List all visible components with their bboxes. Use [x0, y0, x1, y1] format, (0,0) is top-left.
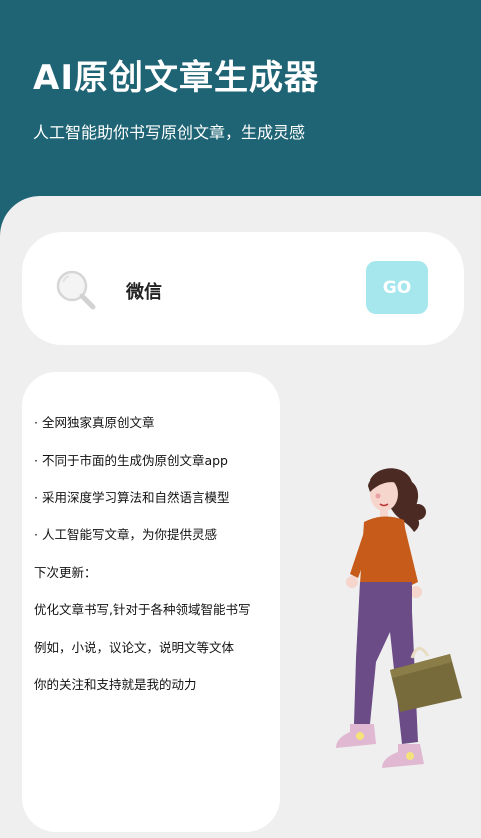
feature-item: · 不同于市面的生成伪原创文章app: [34, 453, 228, 468]
feature-item: · 人工智能写文章，为你提供灵感: [34, 527, 217, 542]
app-title: AI原创文章生成器: [33, 58, 319, 98]
search-input[interactable]: 微信: [126, 278, 162, 304]
search-icon: [56, 270, 96, 310]
feature-item: · 采用深度学习算法和自然语言模型: [34, 490, 230, 505]
update-line: 你的关注和支持就是我的动力: [34, 677, 197, 692]
app-subtitle: 人工智能助你书写原创文章，生成灵感: [33, 123, 306, 142]
update-heading: 下次更新：: [34, 565, 97, 580]
feature-item: · 全网独家真原创文章: [34, 415, 155, 430]
update-line: 例如，小说，议论文，说明文等文体: [34, 640, 235, 655]
update-line: 优化文章书写,针对于各种领域智能书写: [34, 602, 251, 617]
woman-walking-illustration: [336, 468, 462, 768]
go-button[interactable]: GO: [366, 261, 428, 314]
